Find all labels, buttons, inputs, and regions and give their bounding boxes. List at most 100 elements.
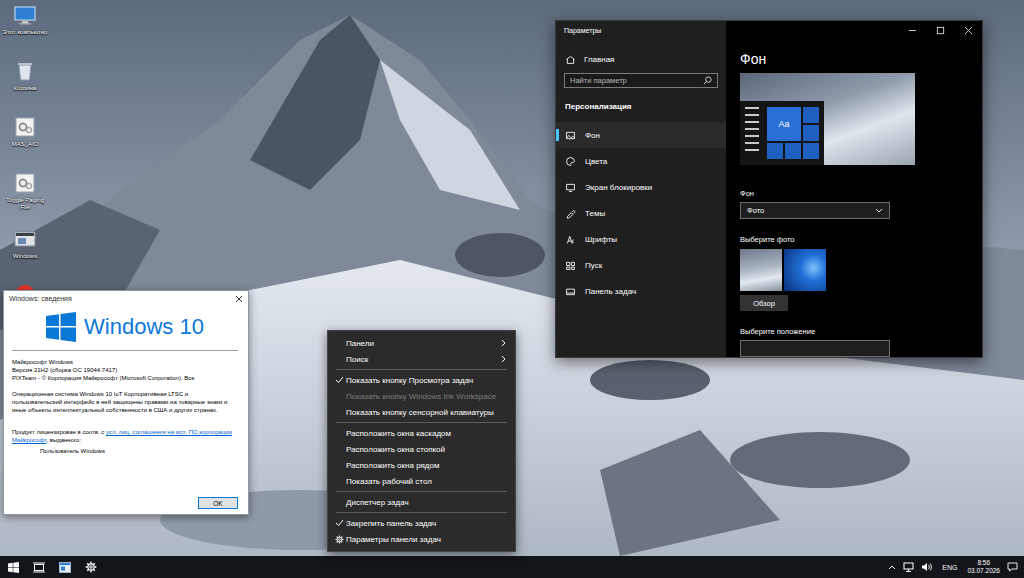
preview-line [745,114,759,116]
desktop-icon-label: Toggle Paging File [1,197,49,211]
recycle-bin-icon [13,59,37,83]
menu-label: Показать рабочий стол [346,477,506,486]
submenu-arrow-icon [501,355,506,363]
menu-label: Показать кнопку Просмотра задач [346,376,506,385]
nav-icon [565,156,576,167]
content-pane: Фон Aa Фон Фото Выберите фото Обзор Выбе… [726,21,982,357]
menu-mark [332,535,346,544]
menu-label: Поиск [346,355,501,364]
desktop-screen: Этот компьютер Корзина MAS_AIO Toggle Pa… [0,0,1024,578]
position-dropdown[interactable] [740,340,890,357]
desktop-icon[interactable]: Корзина [1,59,49,111]
window-title: Windows: сведения [9,295,72,302]
network-icon[interactable] [903,562,914,572]
desktop-icon[interactable]: Windows [1,227,49,279]
page-title: Фон [740,51,982,67]
sidebar-item[interactable]: Панель задач [556,278,726,304]
preview-line [745,149,759,151]
sidebar-item[interactable]: Экран блокировки [556,174,726,200]
minimize-icon [908,26,917,35]
desktop-icon[interactable]: MAS_AIO [1,115,49,167]
photo-thumbnail[interactable] [740,249,782,291]
close-button[interactable] [954,26,982,35]
volume-icon[interactable] [921,562,932,572]
title-bar: Windows: сведения [4,291,248,306]
menu-separator [336,491,507,492]
background-dropdown[interactable]: Фото [740,202,890,219]
menu-item[interactable]: Показать рабочий стол [328,473,515,489]
clock[interactable]: 8:56 03.07.2026 [967,559,1000,575]
sidebar-item[interactable]: Пуск [556,252,726,278]
preview-line [745,135,759,137]
sidebar: Параметры Главная Найти параметр Персона… [556,21,726,357]
sidebar-item[interactable]: Фон [556,122,726,148]
close-icon[interactable] [235,295,243,303]
desktop-icons: Этот компьютер Корзина MAS_AIO Toggle Pa… [0,0,49,335]
menu-separator [336,369,507,370]
start-button[interactable] [0,556,26,578]
settings-app-button[interactable] [78,556,104,578]
menu-item[interactable]: Диспетчер задач [328,494,515,510]
field-label: Фон [740,189,982,198]
window-icon [59,562,71,573]
desktop-icon[interactable]: Этот компьютер [1,3,49,55]
photo-thumbnail[interactable] [784,249,826,291]
search-icon [703,76,712,85]
menu-item[interactable]: Расположить окна каскадом [328,425,515,441]
home-link[interactable]: Главная [556,37,726,73]
chevron-up-icon[interactable] [888,564,896,570]
chevron-down-icon [875,208,883,214]
sidebar-item[interactable]: Темы [556,200,726,226]
check-icon [335,376,344,384]
preview-line [745,107,759,109]
task-view-button[interactable] [26,556,52,578]
maximize-icon [936,26,945,35]
menu-item[interactable]: Панели [328,335,515,351]
preview-tile [803,143,819,159]
field-label: Выберите фото [740,235,982,244]
menu-item[interactable]: Показать кнопку Просмотра задач [328,372,515,388]
about-app-button[interactable] [52,556,78,578]
license-link[interactable]: усл. лиц. соглашения на исп. ПО корпорац… [12,429,232,443]
desktop-icon-label: MAS_AIO [12,141,39,148]
menu-item[interactable]: Закрепить панель задач [328,515,515,531]
description: Операционная система Windows 10 IoT Корп… [12,390,238,414]
menu-separator [336,512,507,513]
photo-list [740,249,982,291]
logo-text: Windows 10 [84,314,204,340]
info-line: PIXTeam - © Корпорация Майкрософт (Micro… [12,374,238,382]
desktop-icon[interactable]: Toggle Paging File [1,171,49,223]
menu-label: Показать кнопку Windows Ink Workspace [346,392,506,401]
about-window: Windows: сведения Windows 10 Майкрософт … [3,290,249,515]
selection-bar [556,129,559,141]
nav-icon [565,286,576,297]
search-field[interactable]: Найти параметр [564,73,718,88]
sidebar-item[interactable]: Цвета [556,148,726,174]
minimize-button[interactable] [898,26,926,35]
menu-item[interactable]: Показать кнопку сенсорной клавиатуры [328,404,515,420]
desktop-icon-label: Windows [13,253,37,260]
date: 03.07.2026 [967,567,1000,575]
gear-icon [335,535,344,544]
browse-button[interactable]: Обзор [740,295,788,311]
menu-item[interactable]: Параметры панели задач [328,531,515,547]
menu-item[interactable]: Расположить окна рядом [328,457,515,473]
nav-icon [565,182,576,193]
menu-item[interactable]: Поиск [328,351,515,367]
windows-logo-icon [46,312,76,342]
maximize-button[interactable] [926,26,954,35]
menu-separator [336,422,507,423]
notification-icon[interactable] [1007,562,1018,572]
nav-icon [565,260,576,271]
sidebar-item[interactable]: Шрифты [556,226,726,252]
license-text: Продукт лицензирован в соотв. с усл. лиц… [12,428,238,444]
language-indicator[interactable]: ENG [939,564,960,571]
desktop-icon-label: Корзина [14,85,37,92]
nav-icon [565,130,576,141]
menu-item[interactable]: Расположить окна стопкой [328,441,515,457]
menu-label: Закрепить панель задач [346,519,506,528]
preview-tiles: Aa [767,107,819,159]
ok-button[interactable]: OK [198,497,238,509]
desktop-icon-label: Этот компьютер [3,29,48,36]
menu-label: Расположить окна каскадом [346,429,506,438]
